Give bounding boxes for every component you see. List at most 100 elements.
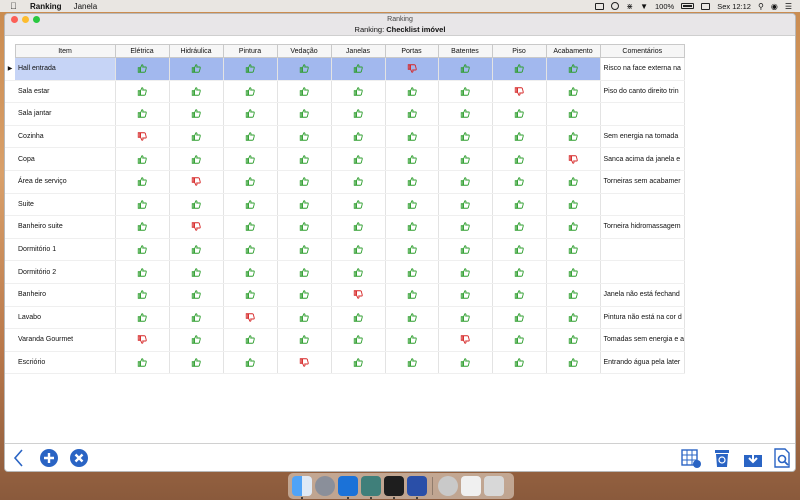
- documents-icon[interactable]: [461, 476, 481, 496]
- window-menu[interactable]: Janela: [74, 2, 98, 11]
- rating-cell[interactable]: [546, 215, 601, 239]
- thumbs-up-icon[interactable]: [298, 87, 310, 96]
- thumbs-up-icon[interactable]: [567, 335, 579, 345]
- thumbs-up-icon[interactable]: [190, 109, 202, 119]
- rating-cell[interactable]: [223, 102, 278, 126]
- thumbs-up-icon[interactable]: [244, 132, 256, 141]
- rating-cell[interactable]: [277, 170, 332, 194]
- thumbs-up-icon[interactable]: [459, 87, 471, 96]
- rating-cell[interactable]: [223, 125, 278, 149]
- rating-cell[interactable]: [492, 238, 547, 262]
- rating-cell[interactable]: [385, 57, 439, 81]
- thumbs-up-icon[interactable]: [244, 200, 256, 209]
- thumbs-up-icon[interactable]: [352, 313, 364, 322]
- rating-cell[interactable]: [115, 57, 170, 81]
- rating-cell[interactable]: [438, 238, 493, 262]
- rating-cell[interactable]: [438, 125, 493, 149]
- comment-cell[interactable]: Sanca acima da janela e: [600, 147, 686, 171]
- rating-cell[interactable]: [331, 147, 386, 171]
- thumbs-up-icon[interactable]: [352, 177, 364, 186]
- rating-cell[interactable]: [115, 170, 170, 194]
- thumbs-up-icon[interactable]: [136, 267, 148, 277]
- thumbs-up-icon[interactable]: [513, 200, 525, 209]
- rating-cell[interactable]: [546, 170, 601, 194]
- table-row[interactable]: Área de serviço Torneiras sem acabamer: [5, 170, 686, 194]
- rating-cell[interactable]: [115, 283, 170, 307]
- rating-cell[interactable]: [492, 283, 547, 307]
- item-cell[interactable]: Dormitório 2: [15, 260, 116, 284]
- thumbs-up-icon[interactable]: [190, 245, 202, 254]
- rating-cell[interactable]: [331, 328, 386, 352]
- rating-cell[interactable]: [169, 351, 224, 375]
- rating-cell[interactable]: [492, 80, 547, 104]
- thumbs-up-icon[interactable]: [136, 109, 148, 119]
- thumbs-up-icon[interactable]: [406, 335, 418, 345]
- comment-cell[interactable]: Torneiras sem acabamer: [600, 170, 686, 194]
- thumbs-up-icon[interactable]: [567, 177, 579, 186]
- item-cell[interactable]: Hall entrada: [15, 57, 116, 81]
- notification-center-icon[interactable]: ☰: [785, 2, 792, 11]
- item-cell[interactable]: Copa: [15, 147, 116, 171]
- comment-cell[interactable]: [600, 102, 686, 126]
- thumbs-up-icon[interactable]: [352, 358, 364, 367]
- thumbs-up-icon[interactable]: [190, 335, 202, 345]
- thumbs-up-icon[interactable]: [352, 132, 364, 141]
- item-cell[interactable]: Banheiro suite: [15, 215, 116, 239]
- thumbs-up-icon[interactable]: [406, 245, 418, 254]
- thumbs-up-icon[interactable]: [136, 64, 148, 73]
- table-row[interactable]: Banheiro Janela não está fechand: [5, 283, 686, 307]
- column-header[interactable]: Elétrica: [114, 44, 170, 58]
- rating-cell[interactable]: [331, 215, 386, 239]
- ranking-app-icon[interactable]: [407, 476, 427, 499]
- rating-cell[interactable]: [277, 351, 332, 375]
- thumbs-up-icon[interactable]: [406, 222, 418, 232]
- thumbs-up-icon[interactable]: [459, 245, 471, 254]
- rating-cell[interactable]: [438, 102, 493, 126]
- thumbs-up-icon[interactable]: [352, 200, 364, 209]
- rating-cell[interactable]: [115, 351, 170, 375]
- thumbs-up-icon[interactable]: [244, 245, 256, 254]
- rating-cell[interactable]: [438, 215, 493, 239]
- thumbs-up-icon[interactable]: [352, 64, 364, 73]
- comment-cell[interactable]: Tomadas sem energia e a: [600, 328, 686, 352]
- add-icon[interactable]: [38, 447, 60, 469]
- thumbs-up-icon[interactable]: [459, 200, 471, 209]
- column-header[interactable]: Portas: [384, 44, 439, 58]
- battery-icon[interactable]: [681, 3, 695, 9]
- thumbs-up-icon[interactable]: [136, 222, 148, 232]
- rating-cell[interactable]: [546, 80, 601, 104]
- rating-cell[interactable]: [385, 215, 439, 239]
- thumbs-up-icon[interactable]: [567, 290, 579, 299]
- item-cell[interactable]: Sala jantar: [15, 102, 116, 126]
- rating-cell[interactable]: [115, 125, 170, 149]
- spotlight-icon[interactable]: ⚲: [758, 2, 764, 11]
- thumbs-up-icon[interactable]: [459, 109, 471, 119]
- rating-cell[interactable]: [385, 170, 439, 194]
- rating-cell[interactable]: [331, 238, 386, 262]
- thumbs-up-icon[interactable]: [190, 87, 202, 96]
- comment-cell[interactable]: Piso do canto direito trin: [600, 80, 686, 104]
- comment-cell[interactable]: Pintura não está na cor d: [600, 306, 686, 330]
- thumbs-up-icon[interactable]: [136, 245, 148, 254]
- rating-cell[interactable]: [492, 102, 547, 126]
- teamviewer-icon[interactable]: [338, 476, 358, 499]
- thumbs-up-icon[interactable]: [459, 290, 471, 299]
- table-row[interactable]: Cozinha Sem energia na tomada: [5, 125, 686, 149]
- thumbs-up-icon[interactable]: [567, 132, 579, 141]
- rating-cell[interactable]: [385, 193, 439, 217]
- thumbs-up-icon[interactable]: [513, 132, 525, 141]
- app-menu[interactable]: Ranking: [30, 2, 62, 11]
- rating-cell[interactable]: [115, 215, 170, 239]
- terminal-icon[interactable]: [384, 476, 404, 499]
- rating-cell[interactable]: [385, 80, 439, 104]
- thumbs-up-icon[interactable]: [352, 335, 364, 345]
- thumbs-up-icon[interactable]: [298, 154, 310, 164]
- thumbs-down-icon[interactable]: [244, 313, 256, 322]
- thumbs-up-icon[interactable]: [298, 245, 310, 254]
- item-cell[interactable]: Varanda Gourmet: [15, 328, 116, 352]
- thumbs-up-icon[interactable]: [459, 177, 471, 186]
- thumbs-up-icon[interactable]: [406, 358, 418, 367]
- rating-cell[interactable]: [169, 238, 224, 262]
- rating-cell[interactable]: [223, 260, 278, 284]
- thumbs-up-icon[interactable]: [406, 313, 418, 322]
